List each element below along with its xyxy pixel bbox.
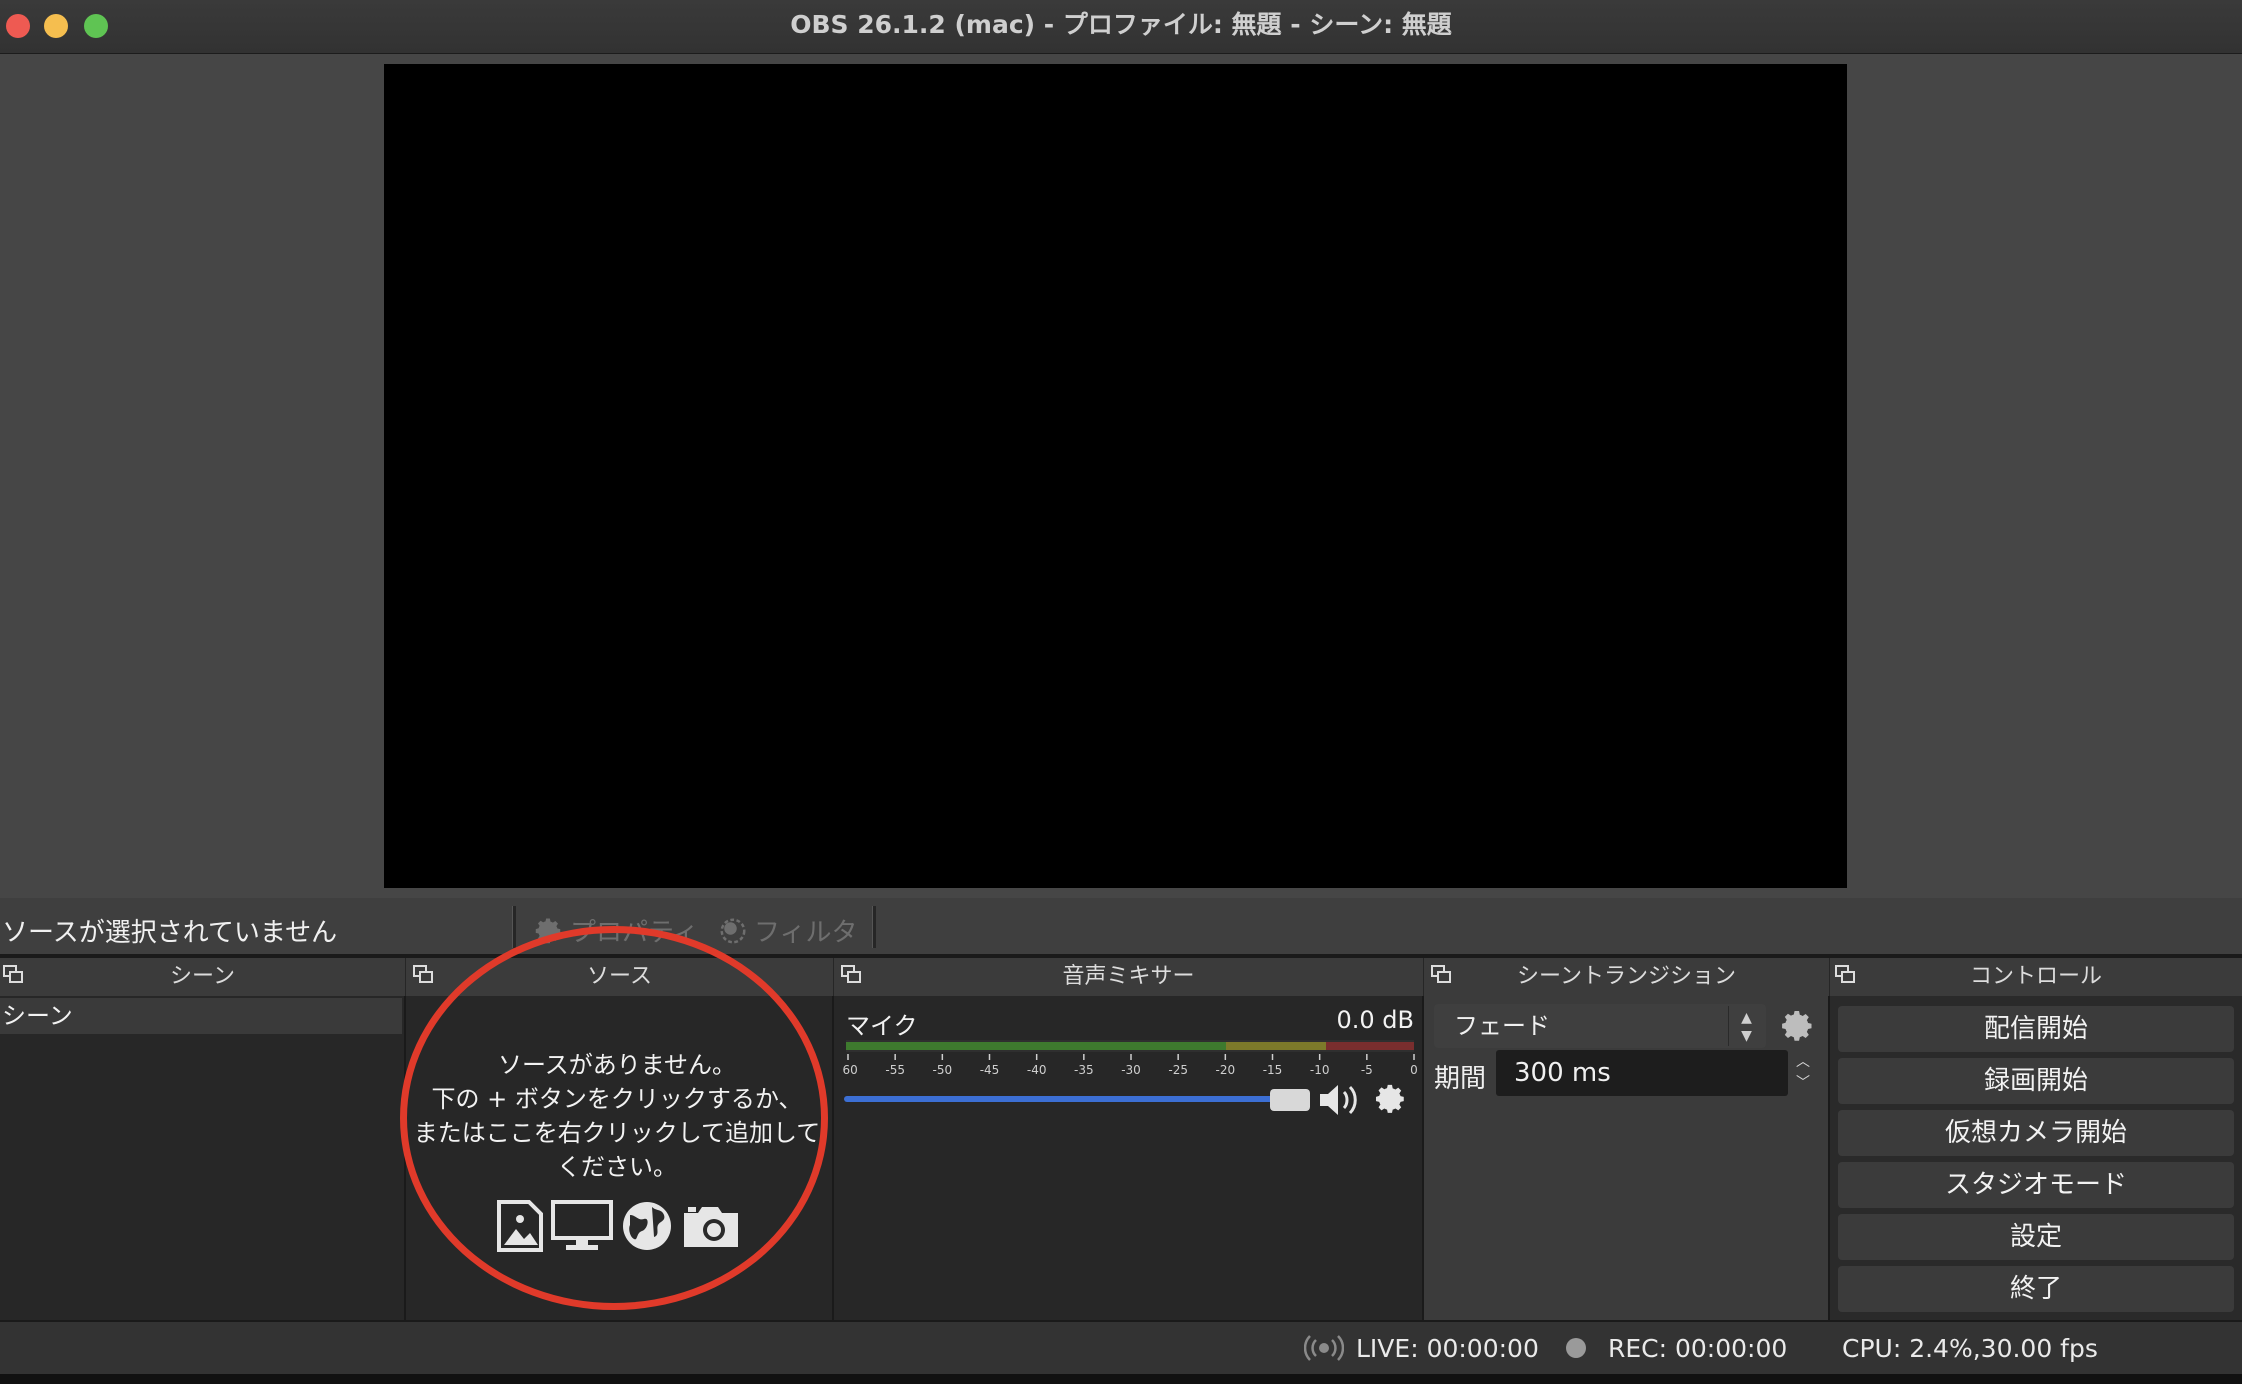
transitions-title-text: シーントランジション xyxy=(1517,964,1736,989)
mixer-channel-name: マイク xyxy=(846,1012,918,1040)
annotation-circle xyxy=(400,926,828,1310)
chevron-down-icon[interactable]: ﹀ xyxy=(1788,1073,1818,1094)
start-recording-button[interactable]: 録画開始 xyxy=(1838,1058,2234,1104)
gear-icon[interactable] xyxy=(1374,1082,1408,1116)
start-virtual-camera-button[interactable]: 仮想カメラ開始 xyxy=(1838,1110,2234,1156)
scenes-list[interactable] xyxy=(0,996,406,1320)
undock-icon[interactable] xyxy=(412,964,434,986)
volume-meter xyxy=(846,1040,1414,1052)
duration-stepper[interactable]: ︿ ﹀ xyxy=(1788,1052,1818,1096)
filters-label: フィルタ xyxy=(754,918,858,948)
transition-select[interactable]: フェード xyxy=(1434,1004,1766,1048)
bottom-edge xyxy=(0,1374,2242,1384)
undock-icon[interactable] xyxy=(2,964,24,986)
meter-tick-label: -60 xyxy=(842,1063,858,1077)
duration-label: 期間 xyxy=(1434,1064,1487,1094)
live-timer: LIVE: 00:00:00 xyxy=(1356,1334,1539,1363)
meter-tick-label: -10 xyxy=(1310,1063,1330,1077)
chevron-up-icon[interactable]: ︿ xyxy=(1788,1052,1818,1073)
meter-tick-label: -30 xyxy=(1121,1063,1141,1077)
meter-scale: -60-55-50-45-40-35-30-25-20-15-10-50 xyxy=(842,1054,1418,1077)
volume-slider-thumb[interactable] xyxy=(1270,1089,1310,1111)
preview-canvas[interactable] xyxy=(384,64,1847,888)
volume-slider[interactable] xyxy=(844,1096,1310,1102)
chevron-updown-icon[interactable]: ▲ ▼ xyxy=(1728,1006,1764,1046)
meter-tick-label: 0 xyxy=(1410,1063,1418,1077)
meter-tick-label: -50 xyxy=(933,1063,953,1077)
mixer-dock-title: 音声ミキサー xyxy=(834,958,1424,996)
toolbar-separator xyxy=(872,906,876,948)
transitions-dock-title: シーントランジション xyxy=(1424,958,1830,996)
mixer-title-text: 音声ミキサー xyxy=(1062,964,1195,989)
undock-icon[interactable] xyxy=(1430,964,1452,986)
scenes-title-text: シーン xyxy=(170,964,235,989)
meter-tick-label: -55 xyxy=(885,1063,905,1077)
meter-tick-label: -40 xyxy=(1027,1063,1047,1077)
window-title: OBS 26.1.2 (mac) - プロファイル: 無題 - シーン: 無題 xyxy=(790,10,1452,39)
scene-list-item[interactable]: シーン xyxy=(0,998,402,1034)
settings-button[interactable]: 設定 xyxy=(1838,1214,2234,1260)
undock-icon[interactable] xyxy=(1834,964,1856,986)
controls-title-text: コントロール xyxy=(1969,964,2102,989)
undock-icon[interactable] xyxy=(840,964,862,986)
meter-tick-label: -20 xyxy=(1216,1063,1236,1077)
filter-icon xyxy=(720,918,746,943)
record-indicator-icon xyxy=(1566,1338,1586,1358)
studio-mode-button[interactable]: スタジオモード xyxy=(1838,1162,2234,1208)
meter-tick-label: -35 xyxy=(1074,1063,1094,1077)
selected-source-label: ソースが選択されていません xyxy=(2,918,338,948)
start-streaming-button[interactable]: 配信開始 xyxy=(1838,1006,2234,1052)
meter-tick-label: -25 xyxy=(1168,1063,1188,1077)
cpu-fps-readout: CPU: 2.4%,30.00 fps xyxy=(1842,1334,2098,1363)
duration-input[interactable]: 300 ms xyxy=(1496,1050,1788,1096)
gear-icon[interactable] xyxy=(1780,1008,1816,1044)
mixer-level-readout: 0.0 dB xyxy=(1336,1006,1415,1034)
meter-tick-label: -45 xyxy=(980,1063,1000,1077)
toolbar-separator xyxy=(512,906,516,948)
filters-button[interactable]: フィルタ xyxy=(718,912,857,949)
broadcast-icon xyxy=(1304,1335,1344,1361)
rec-timer: REC: 00:00:00 xyxy=(1608,1334,1788,1363)
exit-button[interactable]: 終了 xyxy=(1838,1266,2234,1312)
controls-dock-title: コントロール xyxy=(1830,958,2242,996)
meter-tick-label: -5 xyxy=(1361,1063,1373,1077)
scenes-dock-title: シーン xyxy=(0,958,406,996)
speaker-icon[interactable] xyxy=(1318,1080,1366,1120)
meter-tick-label: -15 xyxy=(1263,1063,1283,1077)
